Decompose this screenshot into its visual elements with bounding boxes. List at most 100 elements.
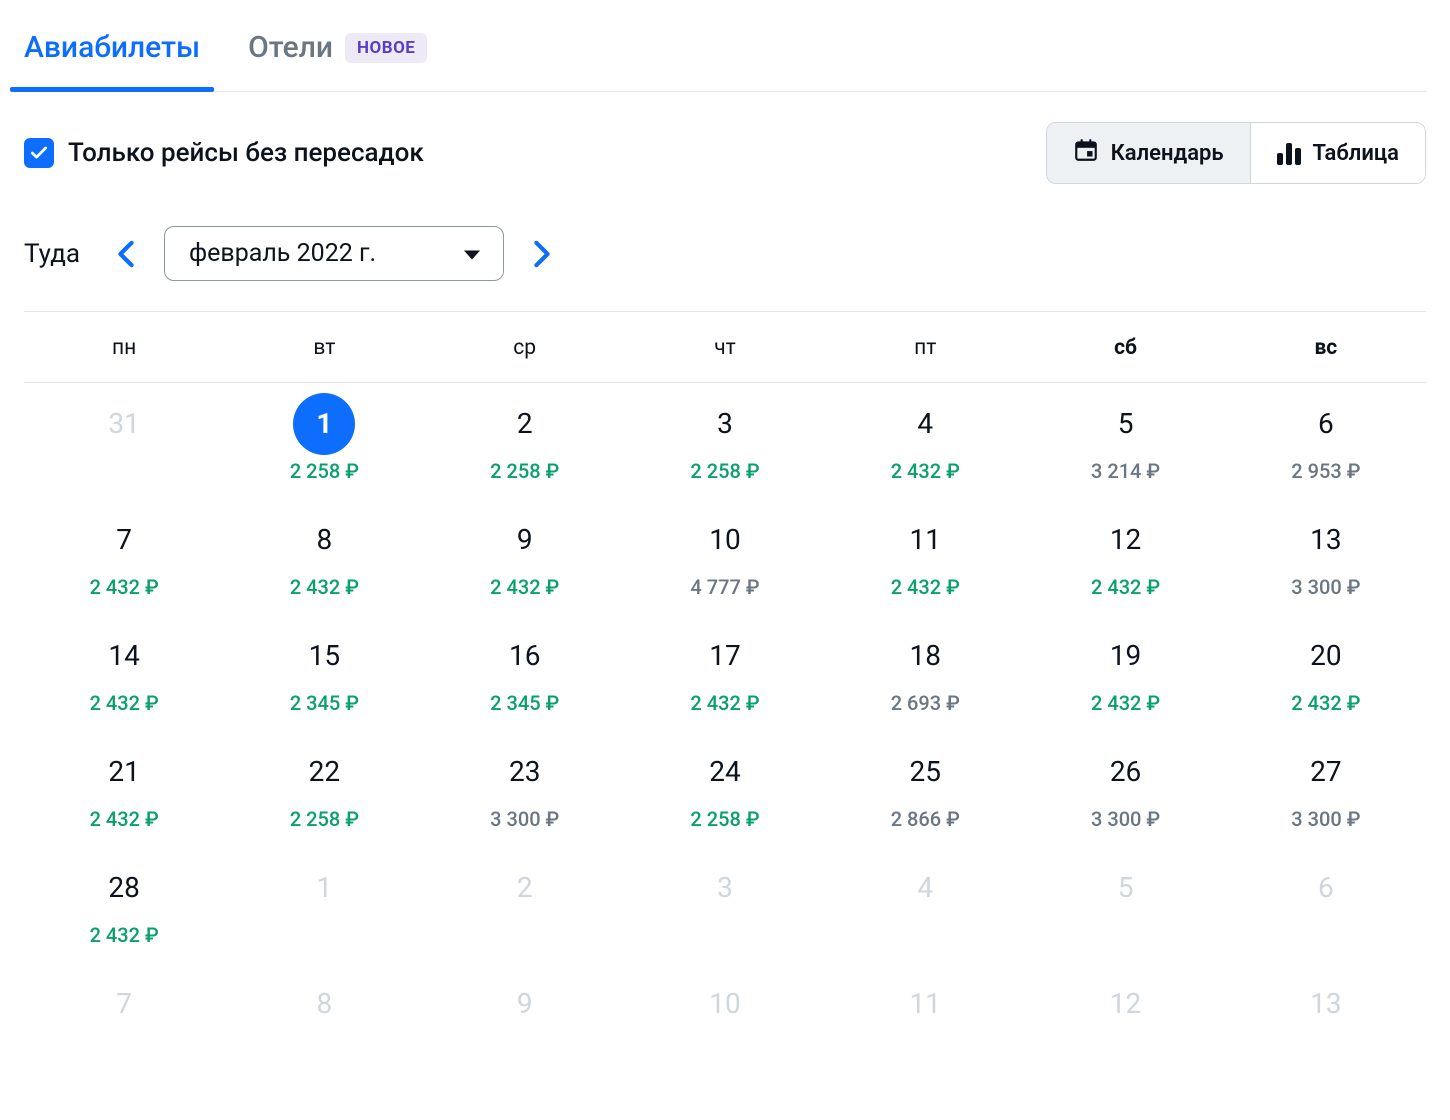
day-number: 15 — [309, 635, 340, 677]
calendar-day: 9 — [425, 963, 625, 1079]
day-price: 2 258 ₽ — [690, 807, 759, 831]
day-price: 3 214 ₽ — [1091, 459, 1160, 483]
calendar-day: 5 — [1025, 847, 1225, 963]
day-number: 8 — [317, 983, 333, 1025]
day-number: 10 — [709, 983, 740, 1025]
day-price: 2 258 ₽ — [290, 459, 359, 483]
calendar-day[interactable]: 27 3 300 ₽ — [1226, 731, 1426, 847]
day-price: 2 953 ₽ — [1291, 459, 1360, 483]
day-number: 27 — [1310, 751, 1341, 793]
day-price: 2 432 ₽ — [891, 575, 960, 599]
calendar-day[interactable]: 282 432 ₽ — [24, 847, 224, 963]
next-month-button[interactable] — [526, 234, 558, 274]
dow-label: пн — [24, 336, 224, 360]
view-table-button[interactable]: Таблица — [1250, 123, 1425, 183]
calendar-day[interactable]: 233 300 ₽ — [425, 731, 625, 847]
calendar-day[interactable]: 18 2 693 ₽ — [825, 615, 1025, 731]
day-price: 2 432 ₽ — [490, 575, 559, 599]
calendar-day[interactable]: 17 2 432 ₽ — [625, 615, 825, 731]
calendar-day[interactable]: 11 2 432 ₽ — [825, 499, 1025, 615]
checkmark-icon — [24, 138, 54, 168]
day-number: 31 — [108, 403, 139, 445]
day-price: 2 432 ₽ — [290, 575, 359, 599]
calendar-day[interactable]: 9 2 432 ₽ — [425, 499, 625, 615]
day-number: 12 — [1110, 983, 1141, 1025]
calendar-day[interactable]: 263 300 ₽ — [1025, 731, 1225, 847]
day-price: 2 866 ₽ — [891, 807, 960, 831]
day-number: 22 — [309, 751, 340, 793]
day-number: 6 — [1318, 867, 1334, 909]
tab-flights-label: Авиабилеты — [24, 30, 200, 65]
day-price: 2 432 ₽ — [90, 575, 159, 599]
day-price: 2 432 ₽ — [1291, 691, 1360, 715]
day-price: 2 432 ₽ — [90, 807, 159, 831]
tab-hotels[interactable]: Отели НОВОЕ — [248, 22, 427, 91]
dow-label: чт — [625, 336, 825, 360]
day-number: 7 — [116, 519, 132, 561]
calendar-day[interactable]: 8 2 432 ₽ — [224, 499, 424, 615]
dow-label: вт — [224, 336, 424, 360]
day-number: 24 — [709, 751, 740, 793]
new-badge: НОВОЕ — [345, 33, 427, 63]
day-number: 13 — [1310, 519, 1341, 561]
calendar-day: 6 — [1226, 847, 1426, 963]
calendar-day[interactable]: 142 432 ₽ — [24, 615, 224, 731]
calendar-day: 4 — [825, 847, 1025, 963]
day-number: 9 — [517, 983, 533, 1025]
day-number: 4 — [917, 403, 933, 445]
calendar-day: 8 — [224, 963, 424, 1079]
calendar-day[interactable]: 24 2 258 ₽ — [625, 731, 825, 847]
day-price: 2 432 ₽ — [891, 459, 960, 483]
day-price: 2 693 ₽ — [891, 691, 960, 715]
day-number: 20 — [1310, 635, 1341, 677]
calendar-day[interactable]: 15 2 345 ₽ — [224, 615, 424, 731]
dow-label: вс — [1226, 336, 1426, 360]
calendar-day[interactable]: 252 866 ₽ — [825, 731, 1025, 847]
month-select[interactable]: февраль 2022 г. — [164, 226, 504, 281]
calendar-day[interactable]: 22 2 258 ₽ — [224, 731, 424, 847]
calendar-day: 7 — [24, 963, 224, 1079]
calendar-day[interactable]: 62 953 ₽ — [1226, 383, 1426, 499]
day-number: 3 — [717, 403, 733, 445]
day-price: 2 432 ₽ — [690, 691, 759, 715]
calendar-day[interactable]: 32 258 ₽ — [625, 383, 825, 499]
calendar-day[interactable]: 192 432 ₽ — [1025, 615, 1225, 731]
day-price: 2 432 ₽ — [1091, 575, 1160, 599]
calendar-day[interactable]: 162 345 ₽ — [425, 615, 625, 731]
day-number: 16 — [509, 635, 540, 677]
calendar-icon — [1073, 137, 1099, 169]
calendar-day[interactable]: 133 300 ₽ — [1226, 499, 1426, 615]
direct-only-checkbox[interactable]: Только рейсы без пересадок — [24, 138, 424, 168]
calendar-day[interactable]: 20 2 432 ₽ — [1226, 615, 1426, 731]
tab-flights[interactable]: Авиабилеты — [24, 22, 200, 91]
day-number: 17 — [709, 635, 740, 677]
calendar-day[interactable]: 12 258 ₽ — [224, 383, 424, 499]
day-number: 18 — [910, 635, 941, 677]
calendar-day[interactable]: 4 2 432 ₽ — [825, 383, 1025, 499]
day-number: 19 — [1110, 635, 1141, 677]
calendar-day[interactable]: 122 432 ₽ — [1025, 499, 1225, 615]
direction-label: Туда — [24, 239, 80, 269]
calendar-day: 13 — [1226, 963, 1426, 1079]
day-number: 8 — [317, 519, 333, 561]
calendar-day[interactable]: 104 777 ₽ — [625, 499, 825, 615]
day-price: 2 258 ₽ — [290, 807, 359, 831]
prev-month-button[interactable] — [110, 234, 142, 274]
calendar-day[interactable]: 22 258 ₽ — [425, 383, 625, 499]
day-number: 14 — [108, 635, 139, 677]
day-number: 1 — [317, 867, 333, 909]
dow-label: сб — [1025, 336, 1225, 360]
view-calendar-button[interactable]: Календарь — [1047, 123, 1250, 183]
day-price: 2 432 ₽ — [90, 923, 159, 947]
day-number: 13 — [1310, 983, 1341, 1025]
calendar-day[interactable]: 7 2 432 ₽ — [24, 499, 224, 615]
day-number: 9 — [517, 519, 533, 561]
calendar-day[interactable]: 212 432 ₽ — [24, 731, 224, 847]
day-price: 2 345 ₽ — [290, 691, 359, 715]
calendar-day[interactable]: 53 214 ₽ — [1025, 383, 1225, 499]
day-number: 4 — [917, 867, 933, 909]
day-number: 11 — [910, 519, 941, 561]
day-price: 3 300 ₽ — [1291, 807, 1360, 831]
view-table-label: Таблица — [1313, 141, 1399, 166]
calendar-day: 3 — [625, 847, 825, 963]
